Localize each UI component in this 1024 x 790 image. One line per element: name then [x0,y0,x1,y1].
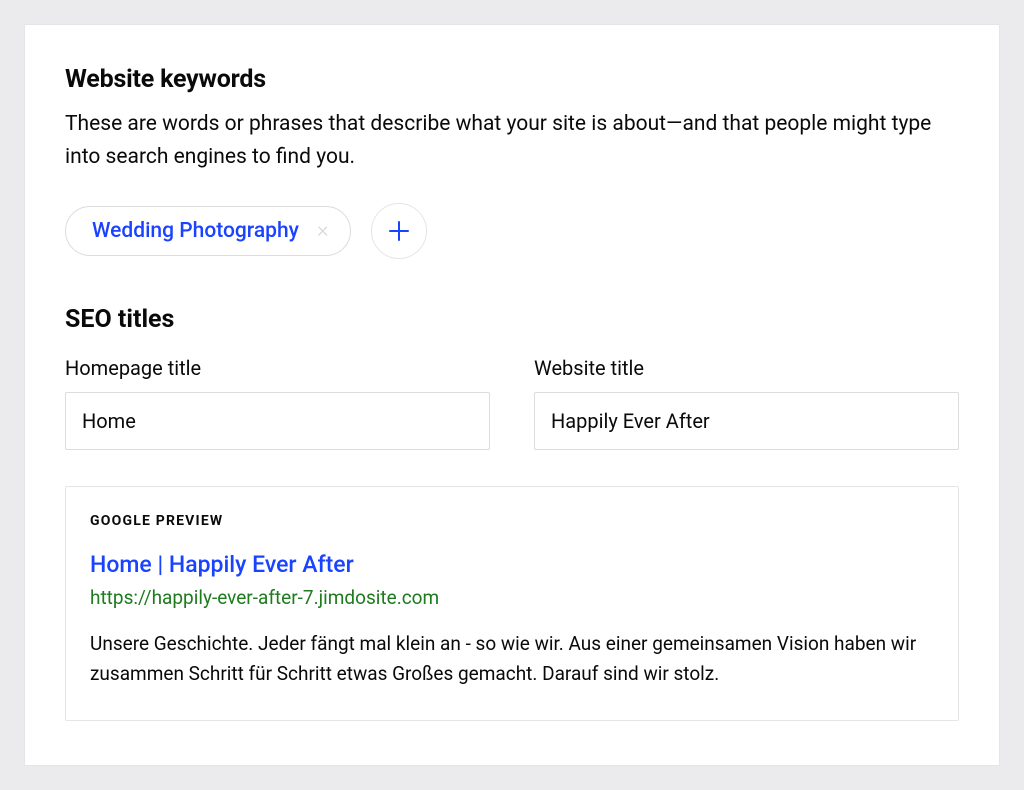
google-preview-description: Unsere Geschichte. Jeder fängt mal klein… [90,629,934,690]
close-icon[interactable]: × [317,220,329,242]
homepage-title-field-group: Homepage title [65,356,490,450]
settings-card: Website keywords These are words or phra… [24,24,1000,766]
google-preview-url: https://happily-ever-after-7.jimdosite.c… [90,586,934,609]
homepage-title-label: Homepage title [65,356,490,380]
keyword-chip[interactable]: Wedding Photography × [65,206,351,256]
google-preview-title: Home | Happily Ever After [90,551,934,578]
keyword-chip-label: Wedding Photography [92,219,299,243]
google-preview: GOOGLE PREVIEW Home | Happily Ever After… [65,486,959,721]
seo-title-grid: Homepage title Website title [65,356,959,450]
add-keyword-button[interactable] [371,203,427,259]
keywords-description: These are words or phrases that describe… [65,108,959,173]
homepage-title-input[interactable] [65,392,490,450]
website-title-input[interactable] [534,392,959,450]
keyword-row: Wedding Photography × [65,203,959,259]
plus-icon [387,219,411,243]
google-preview-label: GOOGLE PREVIEW [90,513,934,529]
keywords-heading: Website keywords [65,65,959,94]
seo-heading: SEO titles [65,305,959,334]
website-title-field-group: Website title [534,356,959,450]
website-title-label: Website title [534,356,959,380]
